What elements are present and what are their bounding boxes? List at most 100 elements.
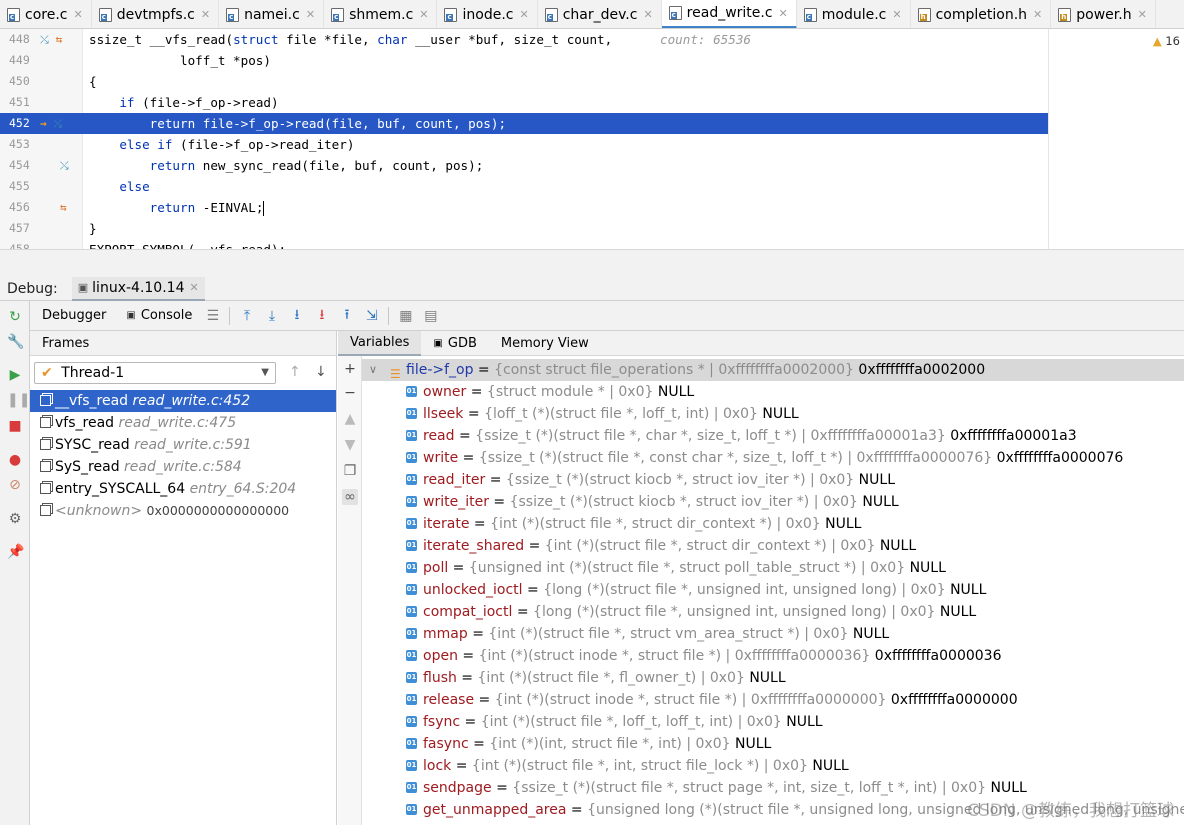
variable-row[interactable]: 01 compat_ioctl = {long (*)(struct file *…: [362, 601, 1184, 623]
close-icon[interactable]: ✕: [892, 8, 901, 21]
frame-row[interactable]: vfs_read read_write.c:475: [30, 412, 336, 434]
variable-row[interactable]: 01 unlocked_ioctl = {long (*)(struct file…: [362, 579, 1184, 601]
code-line[interactable]: 450 {: [0, 71, 1048, 92]
pin-icon[interactable]: 📌: [7, 544, 24, 560]
close-icon[interactable]: ✕: [779, 7, 788, 20]
glasses-icon[interactable]: ∞: [342, 489, 358, 505]
field-icon: 01: [406, 672, 417, 683]
frame-row[interactable]: SyS_read read_write.c:584: [30, 456, 336, 478]
pause-icon[interactable]: ❚❚: [7, 392, 30, 408]
variable-row[interactable]: 01 iterate_shared = {int (*)(struct file …: [362, 535, 1184, 557]
code-line[interactable]: 458 EXPORT_SYMBOL(__vfs_read);: [0, 239, 1048, 249]
force-step-into-icon[interactable]: ⭳: [309, 304, 334, 328]
step-into-icon[interactable]: ⭳: [284, 304, 309, 328]
settings-wrench-icon[interactable]: 🔧: [7, 334, 24, 350]
debug-session-tab[interactable]: ▣ linux-4.10.14 ✕: [71, 276, 205, 301]
variable-row[interactable]: 01 lock = {int (*)(struct file *, int, st…: [362, 755, 1184, 777]
rerun-icon[interactable]: ↻: [7, 309, 23, 325]
frame-row[interactable]: <unknown> 0x0000000000000000: [30, 500, 336, 522]
editor-tab[interactable]: h completion.h ✕: [911, 0, 1052, 28]
editor-tab[interactable]: h power.h ✕: [1051, 0, 1156, 28]
resume-icon[interactable]: ▶: [7, 367, 23, 383]
editor-tab[interactable]: c shmem.c ✕: [324, 0, 438, 28]
variable-row[interactable]: 01 fasync = {int (*)(int, struct file *, …: [362, 733, 1184, 755]
code-line[interactable]: 453 else if (file->f_op->read_iter): [0, 134, 1048, 155]
variable-row[interactable]: 01 write_iter = {ssize_t (*)(struct kiocb…: [362, 491, 1184, 513]
gutter-marker-icon[interactable]: ⇆: [40, 197, 67, 218]
editor-tab[interactable]: c module.c ✕: [797, 0, 911, 28]
gear-icon[interactable]: ⚙: [7, 511, 23, 527]
code-editor[interactable]: 448 ⤯ ⇆ ssize_t __vfs_read(struct file *fi…: [0, 29, 1184, 249]
tab-memory-view[interactable]: Memory View: [489, 331, 601, 356]
stop-icon[interactable]: ■: [7, 418, 23, 434]
close-icon[interactable]: ✕: [519, 8, 528, 21]
next-frame-icon[interactable]: ↓: [315, 364, 327, 380]
variable-row[interactable]: 01 mmap = {int (*)(struct file *, struct …: [362, 623, 1184, 645]
frame-row[interactable]: entry_SYSCALL_64 entry_64.S:204: [30, 478, 336, 500]
code-line[interactable]: 455 else: [0, 176, 1048, 197]
code-line[interactable]: 452 → ⤯ return file->f_op->read(file, buf…: [0, 113, 1048, 134]
variable-row-expanded[interactable]: ∨ ☰ file->f_op = {const struct file_operat…: [362, 359, 1184, 381]
mute-breakpoints-icon[interactable]: ⊘: [7, 477, 23, 493]
editor-tab[interactable]: c inode.c ✕: [437, 0, 538, 28]
frame-row[interactable]: __vfs_read read_write.c:452: [30, 390, 336, 412]
code-line[interactable]: 457}: [0, 218, 1048, 239]
variable-row[interactable]: 01 read = {ssize_t (*)(struct file *, cha…: [362, 425, 1184, 447]
variable-row[interactable]: 01 iterate = {int (*)(struct file *, stru…: [362, 513, 1184, 535]
variable-row[interactable]: 01 read_iter = {ssize_t (*)(struct kiocb …: [362, 469, 1184, 491]
variable-row[interactable]: 01 llseek = {loff_t (*)(struct file *, lo…: [362, 403, 1184, 425]
tab-debugger[interactable]: Debugger: [30, 301, 114, 331]
menu-icon[interactable]: ☰: [200, 308, 225, 324]
variable-row[interactable]: 01 release = {int (*)(struct inode *, str…: [362, 689, 1184, 711]
close-icon[interactable]: ✕: [1033, 8, 1042, 21]
editor-debug-splitter[interactable]: [0, 249, 1184, 277]
tab-variables[interactable]: Variables: [338, 330, 422, 356]
close-icon[interactable]: ✕: [73, 8, 82, 21]
editor-tab[interactable]: c core.c ✕: [0, 0, 92, 28]
warning-indicator[interactable]: ▲ 16: [1153, 34, 1180, 48]
code-line[interactable]: 449 loff_t *pos): [0, 50, 1048, 71]
close-icon[interactable]: ✕: [306, 8, 315, 21]
execution-point-icon[interactable]: → ⤯: [40, 113, 62, 134]
add-watch-icon[interactable]: +: [342, 361, 358, 377]
move-down-icon[interactable]: ▼: [342, 437, 358, 453]
step-over-icon[interactable]: ⤓: [259, 308, 284, 324]
copy-icon[interactable]: ❐: [342, 463, 358, 479]
editor-tab[interactable]: c devtmpfs.c ✕: [92, 0, 220, 28]
variable-row[interactable]: 01 owner = {struct module * | 0x0} NULL: [362, 381, 1184, 403]
move-up-icon[interactable]: ▲: [342, 411, 358, 427]
variable-row[interactable]: 01 poll = {unsigned int (*)(struct file *…: [362, 557, 1184, 579]
variable-row[interactable]: 01 write = {ssize_t (*)(struct file *, co…: [362, 447, 1184, 469]
code-line[interactable]: 451 if (file->f_op->read): [0, 92, 1048, 113]
editor-tab[interactable]: c read_write.c ✕: [661, 0, 797, 28]
close-icon[interactable]: ✕: [643, 8, 652, 21]
code-line[interactable]: 454 ⤯ return new_sync_read(file, buf, co…: [0, 155, 1048, 176]
editor-tab[interactable]: c namei.c ✕: [219, 0, 325, 28]
trace-icon[interactable]: ▤: [418, 308, 443, 324]
variable-row[interactable]: 01 fsync = {int (*)(struct file *, loff_t…: [362, 711, 1184, 733]
tab-gdb[interactable]: ▣ GDB: [421, 331, 488, 356]
close-icon[interactable]: ✕: [419, 8, 428, 21]
tab-console[interactable]: ▣ Console: [114, 301, 200, 331]
gutter-marker-icon[interactable]: ⤯: [40, 155, 69, 176]
previous-frame-icon[interactable]: ↑: [289, 364, 301, 380]
code-line[interactable]: 448 ⤯ ⇆ ssize_t __vfs_read(struct file *fi…: [0, 29, 1048, 50]
chevron-down-icon[interactable]: ∨: [369, 359, 377, 381]
thread-selector[interactable]: ✔ Thread-1 ▼: [34, 362, 276, 384]
step-out-icon[interactable]: ⭱: [334, 304, 359, 328]
frame-row[interactable]: SYSC_read read_write.c:591: [30, 434, 336, 456]
variable-row[interactable]: 01 open = {int (*)(struct inode *, struct…: [362, 645, 1184, 667]
editor-tab[interactable]: c char_dev.c ✕: [538, 0, 662, 28]
evaluate-expression-icon[interactable]: ▦: [393, 308, 418, 324]
remove-watch-icon[interactable]: −: [342, 385, 358, 401]
close-icon[interactable]: ✕: [1138, 8, 1147, 21]
run-to-cursor-icon[interactable]: ⇲: [359, 308, 384, 324]
variable-row[interactable]: 01 flush = {int (*)(struct file *, fl_own…: [362, 667, 1184, 689]
code-line[interactable]: 456 ⇆ return -EINVAL;: [0, 197, 1048, 218]
close-icon[interactable]: ✕: [201, 8, 210, 21]
view-breakpoints-icon[interactable]: ●: [7, 452, 23, 468]
show-execution-point-icon[interactable]: ⤒: [234, 308, 259, 324]
gutter-marker-icon[interactable]: ⤯ ⇆: [40, 29, 62, 50]
close-icon[interactable]: ✕: [189, 281, 198, 294]
debug-action-strip: ↻ 🔧 ▶ ❚❚ ■ ● ⊘ ⚙ 📌: [0, 301, 30, 825]
